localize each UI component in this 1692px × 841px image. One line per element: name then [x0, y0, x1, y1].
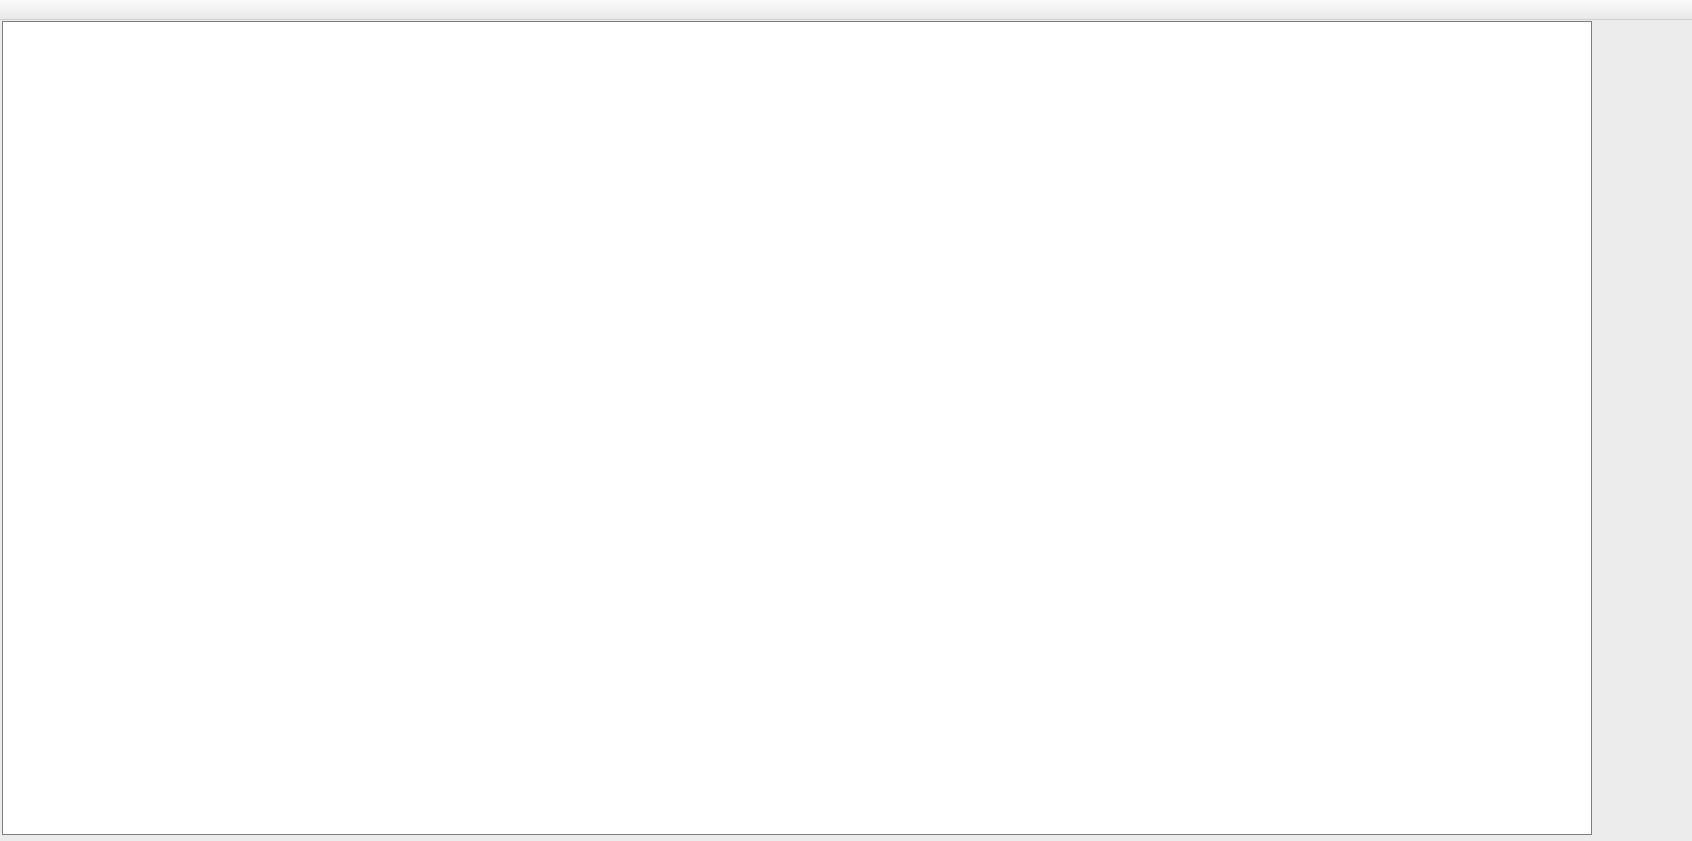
chart-title — [9, 25, 17, 37]
chart-canvas[interactable] — [0, 0, 1692, 841]
